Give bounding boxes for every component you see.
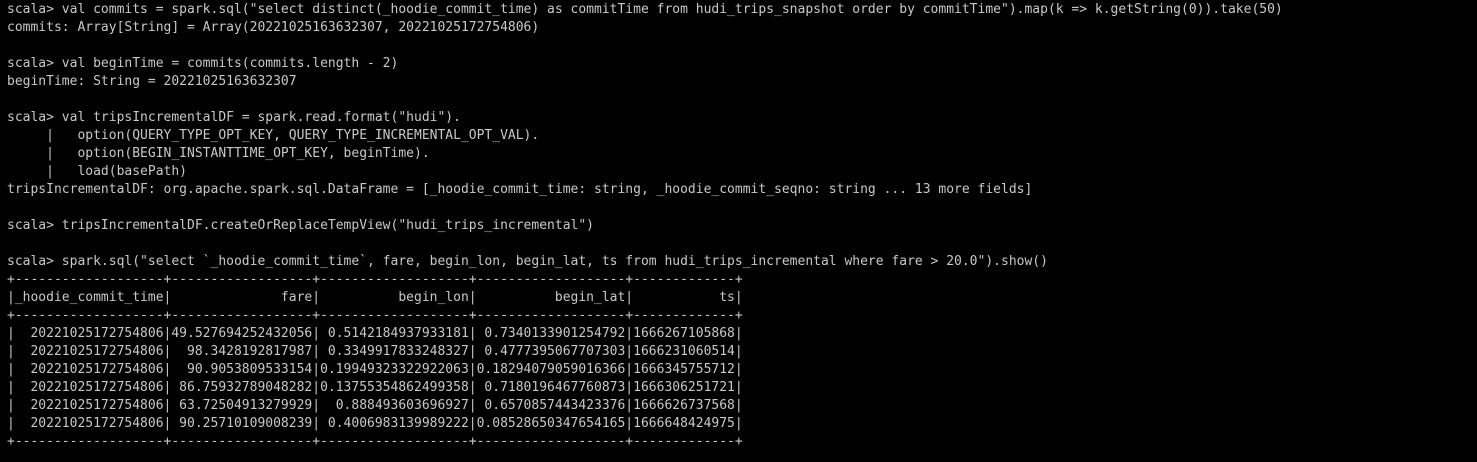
table-row: | 20221025172754806| 90.25710109008239| … (7, 416, 743, 431)
repl-output-line: tripsIncrementalDF: org.apache.spark.sql… (7, 182, 1033, 197)
repl-output-line: commits: Array[String] = Array(202210251… (7, 20, 540, 35)
table-header-row: |_hoodie_commit_time| fare| begin_lon| b… (7, 290, 743, 305)
repl-command-line: scala> val tripsIncrementalDF = spark.re… (7, 110, 461, 125)
repl-command-line: scala> spark.sql("select `_hoodie_commit… (7, 254, 1048, 269)
table-border-line: +-------------------+------------------+… (7, 434, 743, 449)
table-row: | 20221025172754806| 86.75932789048282|0… (7, 380, 743, 395)
repl-continuation-line: | option(BEGIN_INSTANTTIME_OPT_KEY, begi… (7, 146, 430, 161)
table-row: | 20221025172754806| 63.72504913279929| … (7, 398, 743, 413)
table-border-line: +-------------------+------------------+… (7, 272, 743, 287)
repl-command-line: scala> val commits = spark.sql("select d… (7, 2, 1283, 17)
repl-continuation-line: | load(basePath) (7, 164, 188, 179)
table-row: | 20221025172754806|49.527694252432056| … (7, 326, 743, 341)
repl-command-line: scala> val beginTime = commits(commits.l… (7, 56, 399, 71)
terminal-window[interactable]: scala> val commits = spark.sql("select d… (0, 0, 1477, 462)
table-row: | 20221025172754806| 90.9053809533154|0.… (7, 362, 743, 377)
table-row: | 20221025172754806| 98.3428192817987| 0… (7, 344, 743, 359)
repl-output-line: beginTime: String = 20221025163632307 (7, 74, 297, 89)
table-border-line: +-------------------+------------------+… (7, 308, 743, 323)
repl-continuation-line: | option(QUERY_TYPE_OPT_KEY, QUERY_TYPE_… (7, 128, 540, 143)
repl-command-line: scala> tripsIncrementalDF.createOrReplac… (7, 218, 594, 233)
